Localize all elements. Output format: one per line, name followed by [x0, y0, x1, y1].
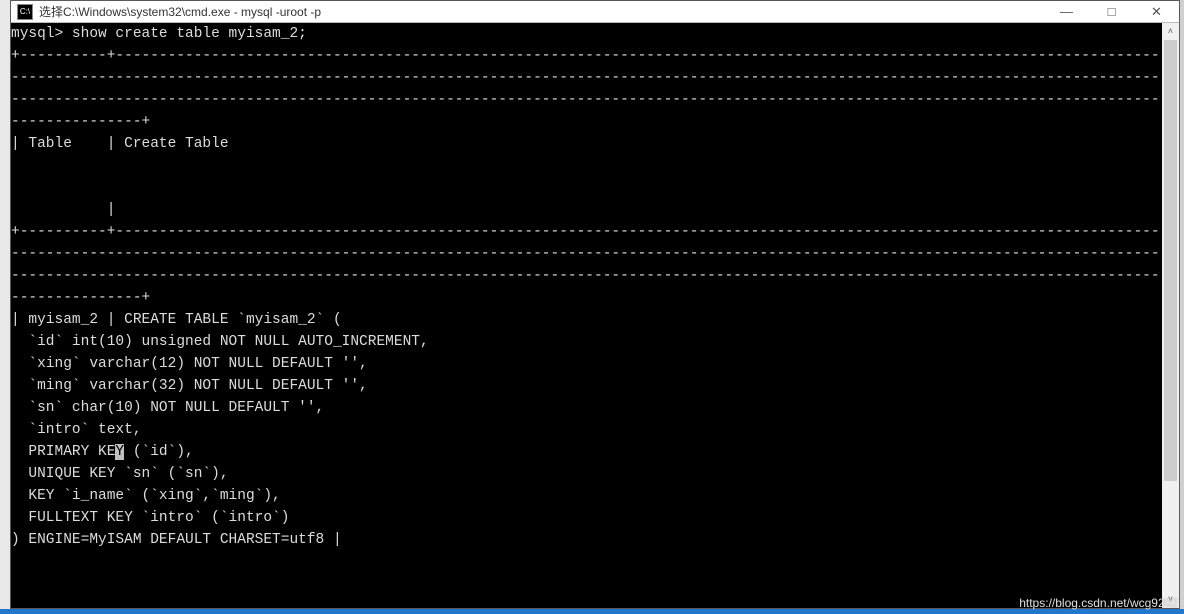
sql-line-part: (`id`), — [124, 444, 194, 460]
sep-line: +----------+----------------------------… — [11, 224, 1162, 240]
vertical-scrollbar[interactable]: ˄ ˅ — [1162, 23, 1179, 608]
sql-line: `intro` text, — [11, 422, 142, 438]
sql-line: FULLTEXT KEY `intro` (`intro`) — [11, 510, 289, 526]
sep-line: ----------------------------------------… — [11, 92, 1162, 108]
background-strip — [0, 0, 10, 614]
sep-line: ---------------+ — [11, 290, 150, 306]
window-controls: — □ ✕ — [1044, 1, 1179, 22]
titlebar[interactable]: C:\ 选择C:\Windows\system32\cmd.exe - mysq… — [11, 1, 1179, 23]
maximize-button[interactable]: □ — [1089, 1, 1134, 22]
sql-line: ) ENGINE=MyISAM DEFAULT CHARSET=utf8 | — [11, 532, 342, 548]
sep-line: ----------------------------------------… — [11, 246, 1162, 262]
close-button[interactable]: ✕ — [1134, 1, 1179, 22]
scroll-track[interactable] — [1162, 40, 1179, 591]
sql-line-part: PRIMARY KE — [11, 444, 115, 460]
sep-line: ----------------------------------------… — [11, 70, 1162, 86]
sep-line: ---------------+ — [11, 114, 150, 130]
sql-line: | myisam_2 | CREATE TABLE `myisam_2` ( — [11, 312, 342, 328]
terminal[interactable]: mysql> show create table myisam_2; +----… — [11, 23, 1162, 608]
sql-line: `ming` varchar(32) NOT NULL DEFAULT '', — [11, 378, 368, 394]
sql-line: KEY `i_name` (`xing`,`ming`), — [11, 488, 281, 504]
cmd-icon: C:\ — [17, 4, 33, 20]
window-title: 选择C:\Windows\system32\cmd.exe - mysql -u… — [39, 3, 1044, 20]
scroll-thumb[interactable] — [1164, 40, 1177, 481]
sep-line: +----------+----------------------------… — [11, 48, 1162, 64]
prompt-line: mysql> show create table myisam_2; — [11, 26, 307, 42]
scroll-up-button[interactable]: ˄ — [1162, 23, 1179, 40]
cursor-selection: Y — [115, 444, 124, 460]
sql-line: `sn` char(10) NOT NULL DEFAULT '', — [11, 400, 324, 416]
sql-line: `xing` varchar(12) NOT NULL DEFAULT '', — [11, 356, 368, 372]
watermark: https://blog.csdn.net/wcg9202 — [1019, 596, 1178, 610]
minimize-button[interactable]: — — [1044, 1, 1089, 22]
blank-pipe: | — [11, 202, 115, 218]
sql-line: `id` int(10) unsigned NOT NULL AUTO_INCR… — [11, 334, 429, 350]
sql-line: UNIQUE KEY `sn` (`sn`), — [11, 466, 229, 482]
client-area: mysql> show create table myisam_2; +----… — [11, 23, 1179, 608]
cmd-window: C:\ 选择C:\Windows\system32\cmd.exe - mysq… — [10, 0, 1180, 609]
header-line: | Table | Create Table — [11, 136, 229, 152]
sep-line: ----------------------------------------… — [11, 268, 1162, 284]
taskbar-strip — [0, 609, 1184, 614]
terminal-content: mysql> show create table myisam_2; +----… — [11, 23, 1162, 551]
